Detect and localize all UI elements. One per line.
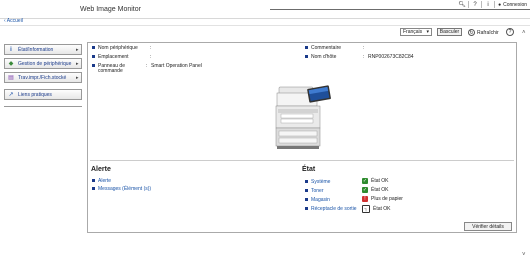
bullet-icon	[92, 46, 95, 50]
sidebar-divider	[4, 106, 82, 107]
bullet-icon	[305, 55, 308, 59]
status-system-link[interactable]: Système	[305, 179, 330, 185]
bullet-icon	[305, 207, 308, 211]
refresh-label: Rafraîchir	[477, 29, 499, 36]
scroll-up-icon[interactable]: ˄	[522, 30, 526, 36]
top-header: Web Image Monitor 🔍︎ ? i ● Connexion	[0, 0, 530, 19]
login-label: Connexion	[503, 1, 527, 8]
scroll-down-icon[interactable]: ˅	[522, 252, 526, 258]
refresh-button[interactable]: ↻ Rafraîchir	[468, 28, 499, 37]
login-link[interactable]: ● Connexion	[495, 2, 530, 8]
bullet-icon	[305, 198, 308, 202]
chevron-right-icon: ▸	[76, 60, 79, 67]
sidebar-item-status-information[interactable]: i État/Information ▸	[4, 44, 82, 55]
info-icon: i	[10, 46, 12, 53]
document-icon: ▤	[8, 75, 14, 81]
chevron-down-icon: ▾	[426, 29, 429, 35]
info-icon[interactable]: i	[482, 0, 494, 9]
help-button[interactable]: ?	[506, 28, 514, 36]
bullet-icon	[92, 55, 95, 59]
back-chevron-icon: ‹	[4, 18, 6, 24]
bullet-icon	[305, 180, 308, 184]
check-details-button[interactable]: Vérifier détails	[464, 222, 512, 231]
bullet-icon	[305, 189, 308, 193]
bullet-icon	[92, 179, 95, 183]
status-toner-link[interactable]: Toner	[305, 188, 324, 194]
location-row: Emplacement:	[92, 55, 155, 60]
control-panel-value: Smart Operation Panel	[151, 63, 202, 69]
status-output-tray-link[interactable]: Réceptacle de sortie	[305, 206, 357, 212]
language-select[interactable]: Français ▾	[400, 28, 432, 36]
paper-error-icon: !	[362, 196, 368, 202]
output-tray-icon: ┐	[362, 205, 370, 213]
section-divider	[90, 160, 514, 161]
refresh-icon: ↻	[468, 29, 475, 36]
alert-title: Alerte	[91, 166, 111, 173]
device-status-panel: Nom périphérique: Emplacement: Panneau d…	[87, 42, 517, 233]
system-status: ✓ État OK	[362, 178, 389, 184]
printer-image	[275, 85, 331, 149]
sidebar-item-label: Trav.impr./Fich.stocké	[18, 74, 67, 81]
sidebar-item-useful-links[interactable]: ↗ Liens pratiques	[4, 89, 82, 100]
chevron-right-icon: ▸	[76, 46, 79, 53]
toner-ok-icon: ✓	[362, 187, 368, 193]
device-management-icon: ◆	[8, 61, 14, 67]
hostname-row: Nom d'hôte: RNP002673C82C84	[305, 55, 414, 60]
sidebar-item-label: Liens pratiques	[18, 91, 52, 98]
switch-language-button[interactable]: Basculer	[437, 28, 462, 36]
status-tray-link[interactable]: Magasin	[305, 197, 330, 203]
search-icon[interactable]: 🔍︎	[456, 0, 468, 9]
user-icon: ●	[498, 1, 502, 8]
home-link[interactable]: ‹ Accueil	[4, 18, 23, 24]
sidebar-item-print-jobs[interactable]: ▤ Trav.impr./Fich.stocké ▸	[4, 72, 82, 83]
status-title: État	[302, 166, 316, 173]
hostname-value: RNP002673C82C84	[368, 54, 414, 60]
toner-status: ✓ État OK	[362, 187, 389, 193]
chevron-right-icon: ▸	[76, 74, 79, 81]
sidebar-item-device-management[interactable]: ◆ Gestion de périphérique ▸	[4, 58, 82, 69]
header-toolbar: 🔍︎ ? i ● Connexion	[456, 0, 530, 9]
comment-row: Commentaire:	[305, 46, 368, 51]
output-tray-status: ┐ État OK	[362, 205, 391, 213]
language-value: Français	[403, 29, 423, 35]
header-rule	[270, 9, 530, 10]
device-name-row: Nom périphérique:	[92, 46, 155, 51]
bullet-icon	[305, 46, 308, 50]
help-icon[interactable]: ?	[469, 0, 481, 9]
sidebar-item-label: État/Information	[18, 46, 54, 53]
alert-link[interactable]: Alerte	[92, 178, 111, 184]
home-divider	[0, 25, 530, 26]
app-title: Web Image Monitor	[80, 6, 141, 13]
messages-link[interactable]: Messages (Élément (s))	[92, 186, 152, 192]
bullet-icon	[92, 187, 95, 191]
home-link-label: Accueil	[6, 18, 23, 24]
link-icon: ↗	[8, 92, 14, 98]
system-ok-icon: ✓	[362, 178, 368, 184]
control-panel-row: Panneau de commande: Smart Operation Pane…	[92, 64, 202, 74]
sidebar-item-label: Gestion de périphérique	[18, 60, 72, 67]
bullet-icon	[92, 64, 95, 68]
tray-status: ! Plus de papier	[362, 196, 403, 202]
